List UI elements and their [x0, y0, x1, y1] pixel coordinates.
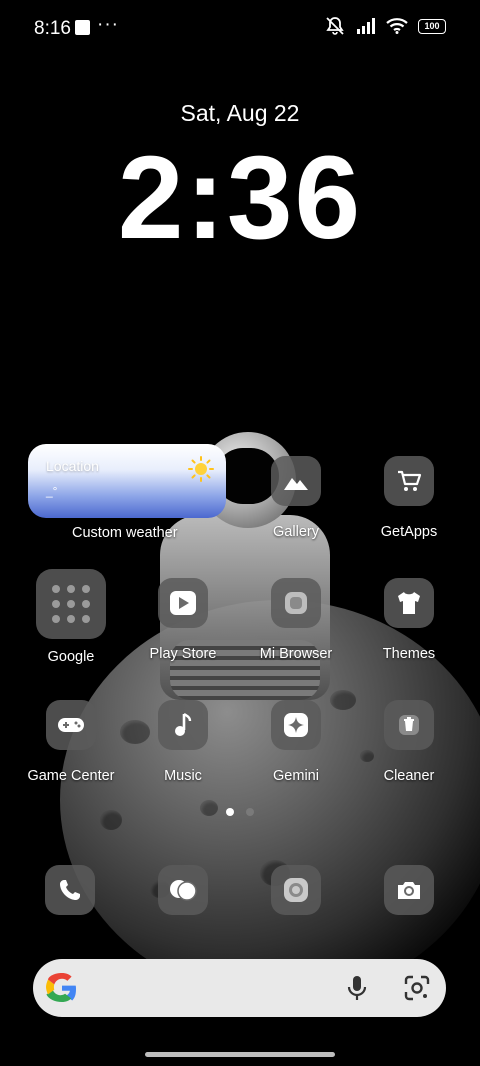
app-getapps[interactable]: GetApps	[353, 456, 465, 540]
cart-icon	[384, 456, 434, 506]
app-google-folder[interactable]: Google	[15, 569, 127, 665]
page-indicator[interactable]	[0, 808, 480, 816]
app-gemini[interactable]: Gemini	[240, 700, 352, 784]
mountain-icon	[271, 456, 321, 506]
clock-time[interactable]: 2:36	[0, 130, 480, 266]
weather-temperature: _°	[46, 484, 58, 498]
silent-bell-icon	[326, 17, 344, 35]
sun-icon	[188, 456, 214, 482]
camera-lens-icon[interactable]	[271, 865, 321, 915]
app-mi-browser[interactable]: Mi Browser	[240, 578, 352, 662]
app-label: Play Store	[149, 646, 217, 662]
sparkle-icon	[271, 700, 321, 750]
status-time: 8:16	[34, 18, 71, 39]
app-play-store[interactable]: Play Store	[127, 578, 239, 662]
battery-icon: 100	[418, 18, 446, 34]
signal-icon	[357, 18, 375, 34]
microphone-icon[interactable]	[346, 975, 368, 1001]
google-logo-icon	[46, 973, 76, 1002]
app-label: Game Center	[27, 768, 115, 784]
app-themes[interactable]: Themes	[353, 578, 465, 662]
trash-icon	[384, 700, 434, 750]
app-game-center[interactable]: Game Center	[15, 700, 127, 784]
app-label: Mi Browser	[259, 646, 333, 662]
app-label: Gemini	[273, 768, 319, 784]
weather-location: Location	[46, 458, 99, 474]
status-icons: 100	[324, 16, 446, 36]
app-label: Gallery	[273, 524, 319, 540]
google-lens-icon[interactable]	[404, 975, 430, 1001]
app-cleaner[interactable]: Cleaner	[353, 700, 465, 784]
phone-icon[interactable]	[45, 865, 95, 915]
notification-square-icon	[75, 20, 90, 35]
gesture-nav-handle[interactable]	[145, 1052, 335, 1057]
app-gallery[interactable]: Gallery	[240, 456, 352, 540]
app-label: GetApps	[380, 524, 438, 540]
gamepad-icon	[46, 700, 96, 750]
date-label[interactable]: Sat, Aug 22	[0, 100, 480, 127]
app-label: Google	[47, 649, 95, 665]
folder-grid-icon	[36, 569, 106, 639]
page-dot[interactable]	[246, 808, 254, 816]
app-label: Music	[164, 768, 202, 784]
more-notifications-icon: ···	[97, 14, 119, 35]
shirt-icon	[384, 578, 434, 628]
weather-widget-label: Custom weather	[72, 525, 178, 541]
camera-icon[interactable]	[384, 865, 434, 915]
weather-widget-label-container: Custom weather	[72, 525, 184, 541]
play-icon	[158, 578, 208, 628]
page-dot-active[interactable]	[226, 808, 234, 816]
app-label: Cleaner	[383, 768, 435, 784]
app-label: Themes	[382, 646, 436, 662]
music-note-icon	[158, 700, 208, 750]
app-music[interactable]: Music	[127, 700, 239, 784]
wifi-icon	[386, 18, 408, 34]
messages-icon[interactable]	[158, 865, 208, 915]
status-bar: 8:16 ··· 100	[0, 0, 480, 56]
google-search-bar[interactable]	[33, 959, 446, 1017]
browser-icon	[271, 578, 321, 628]
